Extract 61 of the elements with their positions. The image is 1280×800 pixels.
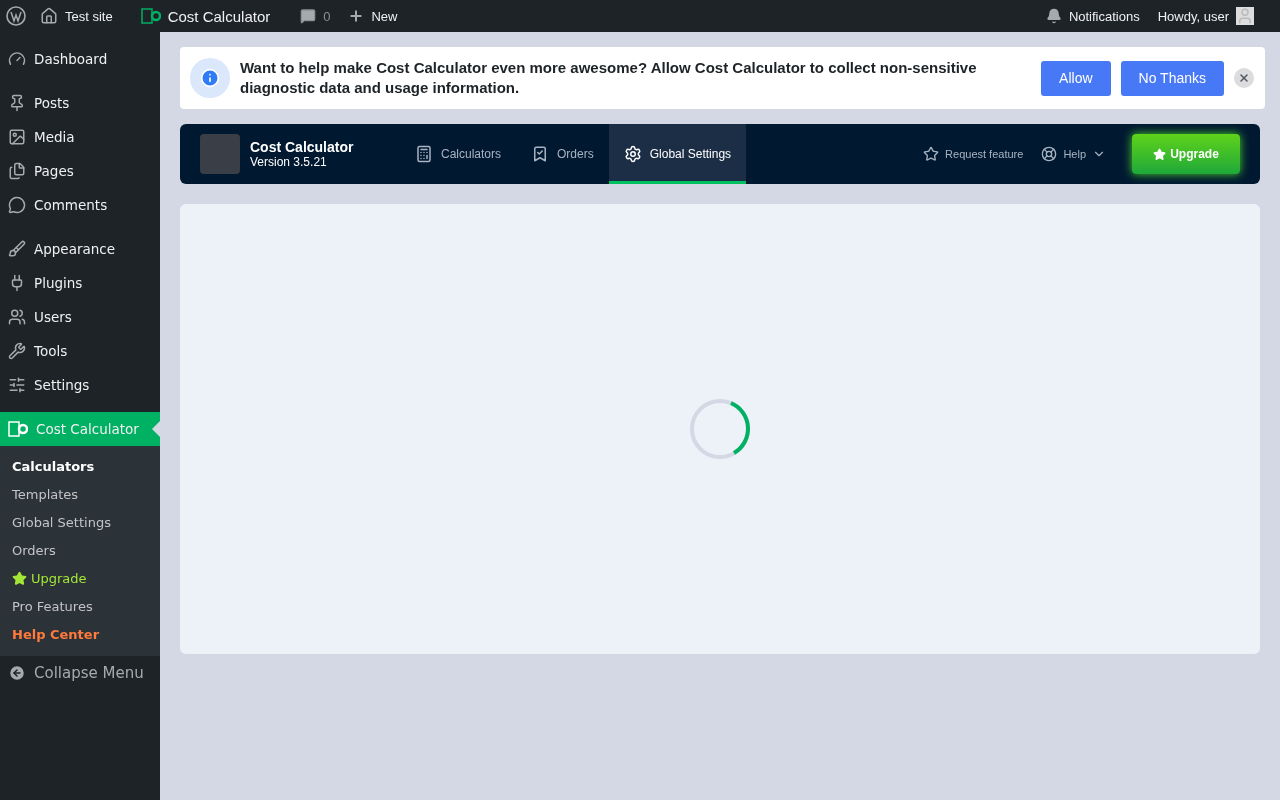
submenu-item[interactable]: Pro Features — [0, 592, 160, 620]
new-link[interactable]: New — [348, 8, 398, 24]
submenu-item[interactable]: Templates — [0, 480, 160, 508]
help-menu[interactable]: Help — [1041, 146, 1106, 162]
gauge-icon — [8, 50, 26, 68]
account-link[interactable]: Howdy, user — [1157, 7, 1254, 25]
image-icon — [8, 128, 26, 146]
notifications-link[interactable]: Notifications — [1045, 8, 1140, 24]
sidebar-item[interactable]: Users — [0, 300, 160, 334]
notice-message: Want to help make Cost Calculator even more awesome? Allow Cost Calculator to collect non-sensitive diagnostic data and usage information. — [240, 58, 978, 98]
request-feature-link[interactable]: Request feature — [923, 146, 1024, 162]
wordpress-logo-icon[interactable] — [6, 6, 26, 26]
submenu-item[interactable]: Help Center — [0, 620, 160, 648]
avatar-icon — [1236, 7, 1254, 25]
sidebar-item[interactable]: Settings — [0, 368, 160, 402]
sidebar-item[interactable]: Pages — [0, 154, 160, 188]
sidebar-item[interactable]: Dashboard — [0, 42, 160, 76]
submenu-item[interactable]: Global Settings — [0, 508, 160, 536]
sidebar-item[interactable]: Comments — [0, 188, 160, 222]
home-icon — [40, 7, 58, 25]
info-icon — [190, 58, 230, 98]
sidebar-item[interactable]: Tools — [0, 334, 160, 368]
collapse-icon — [8, 664, 26, 682]
sidebar-item[interactable]: Media — [0, 120, 160, 154]
sidebar-item[interactable]: Appearance — [0, 232, 160, 266]
users-icon — [8, 308, 26, 326]
calculator-logo-icon — [8, 421, 28, 437]
pin-icon — [8, 94, 26, 112]
settings-icon — [623, 145, 642, 163]
nav-tab[interactable]: Orders — [516, 124, 609, 184]
site-link[interactable]: Test site — [40, 7, 113, 25]
calculator-logo-icon — [140, 8, 161, 24]
bell-icon — [1045, 8, 1062, 24]
notice-button[interactable]: Allow — [1041, 60, 1111, 96]
plugin-link[interactable]: Cost Calculator — [140, 7, 271, 25]
comment-icon — [8, 196, 26, 214]
notice-button[interactable]: No Thanks — [1120, 60, 1224, 96]
comments-link[interactable]: 0 — [300, 8, 331, 24]
plugin-logo — [200, 134, 240, 174]
sidebar-item[interactable]: Plugins — [0, 266, 160, 300]
close-button[interactable] — [1234, 68, 1254, 88]
lifebuoy-icon — [1041, 146, 1058, 162]
star-icon — [1153, 147, 1167, 161]
close-icon — [1238, 72, 1250, 84]
collapse-menu[interactable]: Collapse Menu — [0, 656, 160, 690]
comment-icon — [300, 8, 317, 24]
submenu-item[interactable]: Orders — [0, 536, 160, 564]
nav-tab[interactable]: Calculators — [400, 124, 517, 184]
nav-tab[interactable]: Global Settings — [608, 124, 747, 184]
star-icon — [923, 146, 940, 162]
plugin-title: Cost Calculator — [250, 139, 355, 155]
star-icon — [12, 570, 27, 586]
wrench-icon — [8, 342, 26, 360]
pages-icon — [8, 162, 26, 180]
submenu-item[interactable]: Calculators — [0, 452, 160, 480]
plugin-version: Version 3.5.21 — [250, 155, 328, 169]
submenu-item[interactable]: Upgrade — [0, 564, 160, 592]
sidebar-item[interactable]: Posts — [0, 86, 160, 120]
brush-icon — [8, 240, 26, 258]
calculator-icon — [415, 145, 433, 163]
sliders-icon — [8, 376, 26, 394]
